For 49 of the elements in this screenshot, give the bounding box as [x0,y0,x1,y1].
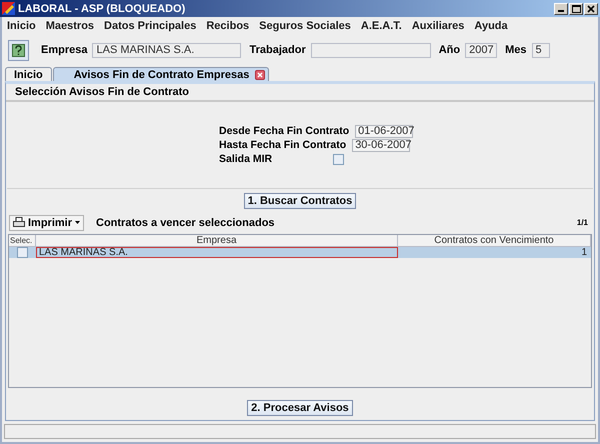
checkbox[interactable] [17,247,28,258]
column-header[interactable]: Empresa [36,235,398,246]
field-label: Empresa [41,44,88,56]
field-label: Hasta Fecha Fin Contrato [219,139,348,151]
table-cell: LAS MARINAS S.A. [36,247,398,258]
field-label: Salida MIR [219,153,274,165]
menu-item[interactable]: Seguros Sociales [259,20,351,32]
menu-item[interactable]: Auxiliares [412,20,464,32]
close-tab-icon[interactable] [255,70,266,80]
input-field[interactable]: 5 [532,42,550,58]
toolbar-title: Contratos a vencer seleccionados [96,216,276,228]
menu-item[interactable]: Inicio [7,20,36,32]
input-field[interactable]: 2007 [465,42,498,58]
tab[interactable]: Inicio [5,67,52,81]
field-label: Trabajador [249,44,306,56]
minimize-button[interactable] [554,2,568,14]
date-field[interactable]: 01-06-2007 [355,124,414,138]
process-button[interactable]: 2. Procesar Avisos [247,400,353,416]
menu-item[interactable]: Recibos [206,20,250,32]
table-cell-text: 1 [580,247,588,258]
maximize-icon [572,4,580,12]
field-label: Desde Fecha Fin Contrato [219,125,350,137]
help-button[interactable] [8,40,29,60]
section-title: Selección Avisos Fin de Contrato [6,84,594,102]
column-header[interactable]: Selec. [9,235,36,246]
input-field[interactable] [310,42,431,58]
tab[interactable]: Avisos Fin de Contrato Empresas [52,67,270,81]
maximize-button[interactable] [569,2,583,14]
search-contracts-button[interactable]: 1. Buscar Contratos [244,193,356,209]
field-label: Mes [505,44,527,56]
menu-item[interactable]: Datos Principales [104,20,196,32]
menu-item[interactable]: A.E.A.T. [360,20,402,32]
printer-icon [13,217,25,228]
table-row[interactable]: LAS MARINAS S.A. 1 [9,247,591,258]
page-indicator: 1/1 [576,218,589,227]
app-logo-icon [2,2,15,15]
minimize-icon [558,10,564,12]
window-title: LABORAL - ASP (BLOQUEADO) [18,2,186,14]
menu-item[interactable]: Ayuda [474,20,508,32]
close-button[interactable] [584,2,598,14]
input-field[interactable]: LAS MARINAS S.A. [92,42,242,58]
caret-icon [75,221,80,224]
print-button[interactable]: Imprimir [9,214,84,230]
menu-item[interactable]: Maestros [46,20,94,32]
field-label: Año [438,44,460,56]
date-field[interactable]: 30-06-2007 [352,138,410,152]
column-header[interactable]: Contratos con Vencimiento [398,235,591,246]
checkbox[interactable] [333,154,344,164]
close-icon [587,4,595,12]
